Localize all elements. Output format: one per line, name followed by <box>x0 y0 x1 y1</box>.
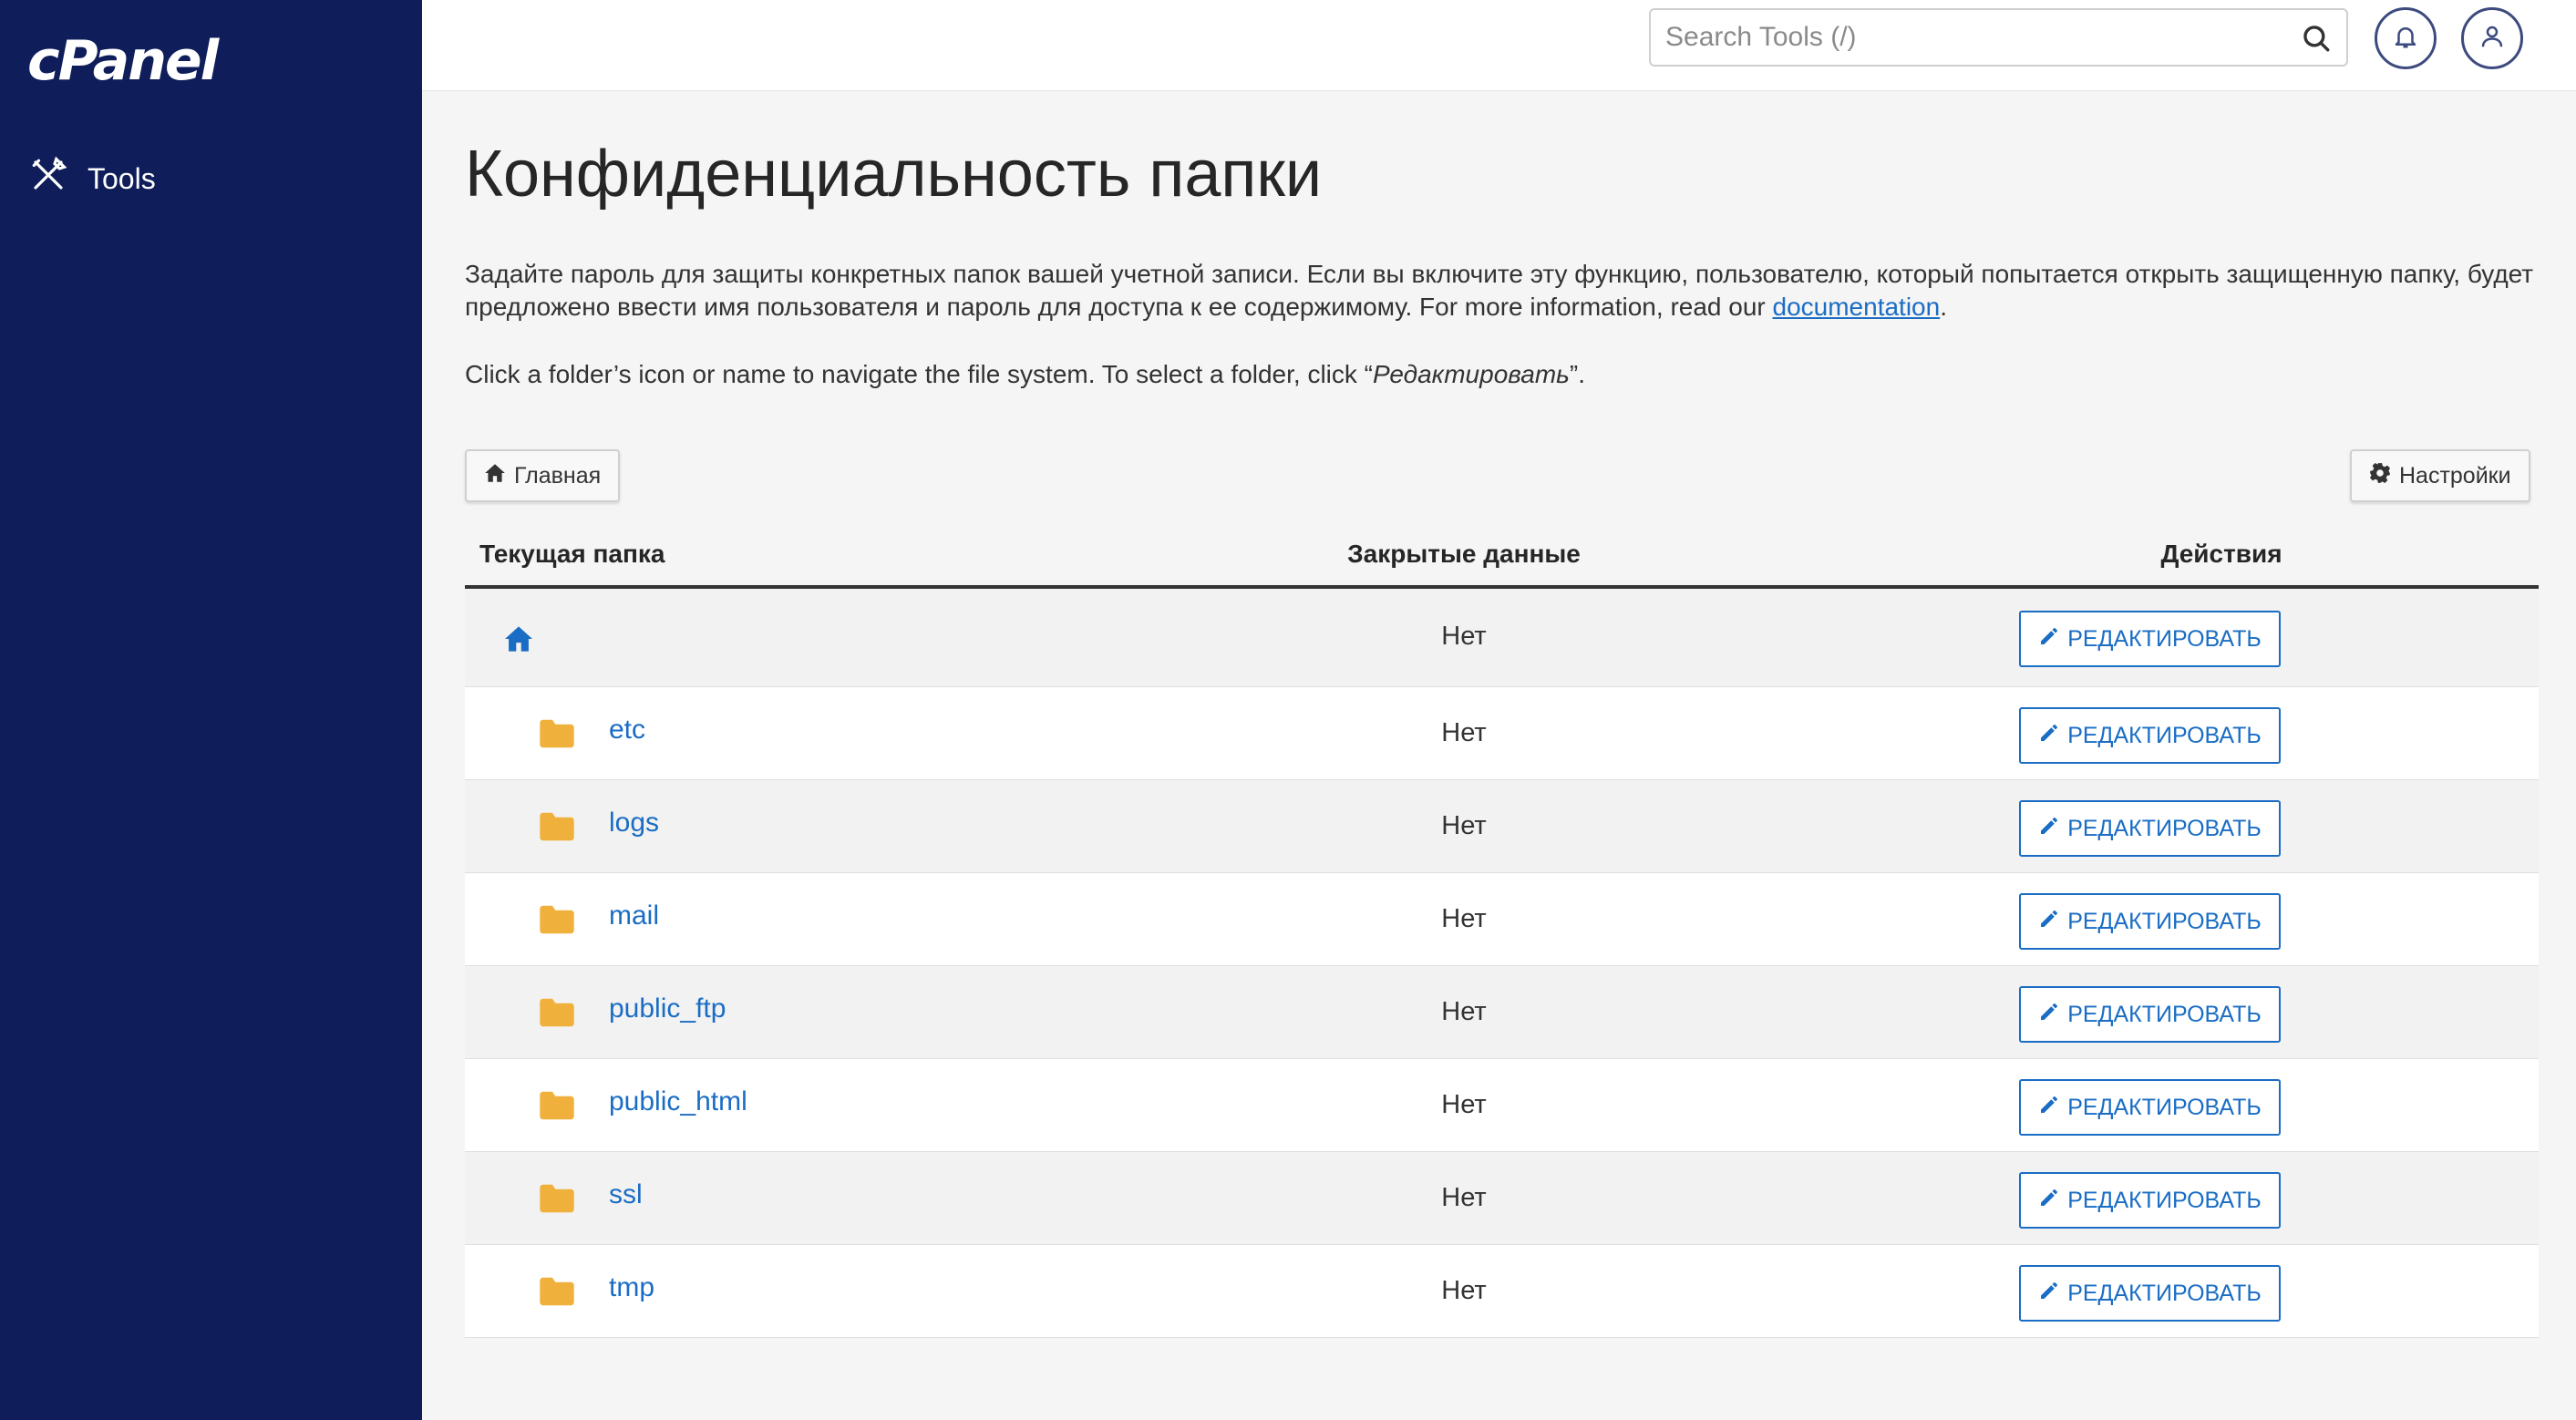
table-header: Текущая папка Закрытые данные Действия <box>465 529 2539 589</box>
private-status: Нет <box>1441 997 1487 1026</box>
column-header-actions: Действия <box>2160 540 2282 568</box>
table-body: Нет РЕДАКТИРОВАТЬ etc Нет РЕДАКТИРОВАТЬ logs Н… <box>465 589 2539 1338</box>
edit-button-label: РЕДАКТИРОВАТЬ <box>2067 1094 2262 1120</box>
private-status: Нет <box>1441 1276 1487 1305</box>
sidebar-item-label: Tools <box>88 161 156 195</box>
page-description: Задайте пароль для защиты конкретных пап… <box>465 258 2539 324</box>
bell-icon <box>2392 23 2419 55</box>
edit-button[interactable]: РЕДАКТИРОВАТЬ <box>2019 986 2281 1043</box>
sidebar: cPanel Tools <box>0 0 422 1420</box>
folder-name-link[interactable]: public_html <box>609 1086 747 1117</box>
table-row: tmp Нет РЕДАКТИРОВАТЬ <box>465 1245 2539 1338</box>
table-row: public_ftp Нет РЕДАКТИРОВАТЬ <box>465 966 2539 1059</box>
folder-name-link[interactable]: ssl <box>609 1179 643 1210</box>
folder-icon[interactable] <box>538 811 576 842</box>
hint-emphasis: Редактировать <box>1373 360 1570 388</box>
edit-button[interactable]: РЕДАКТИРОВАТЬ <box>2019 800 2281 857</box>
edit-button-label: РЕДАКТИРОВАТЬ <box>2067 1280 2262 1306</box>
edit-button-label: РЕДАКТИРОВАТЬ <box>2067 722 2262 748</box>
home-icon <box>483 461 507 491</box>
folder-icon[interactable] <box>538 1183 576 1214</box>
table-row: public_html Нет РЕДАКТИРОВАТЬ <box>465 1059 2539 1152</box>
private-status: Нет <box>1441 1090 1487 1119</box>
description-end: . <box>1940 293 1947 321</box>
tools-icon <box>29 156 67 201</box>
gear-icon <box>2368 461 2392 491</box>
top-bar <box>422 0 2576 91</box>
notifications-button[interactable] <box>2375 7 2437 69</box>
pencil-icon <box>2038 1280 2060 1308</box>
documentation-link[interactable]: documentation <box>1773 293 1941 321</box>
edit-button-label: РЕДАКТИРОВАТЬ <box>2067 815 2262 841</box>
edit-button[interactable]: РЕДАКТИРОВАТЬ <box>2019 1079 2281 1136</box>
pencil-icon <box>2038 908 2060 936</box>
search-box <box>1649 8 2348 67</box>
search-icon[interactable] <box>2301 23 2332 54</box>
column-header-folder: Текущая папка <box>479 540 665 568</box>
pencil-icon <box>2038 625 2060 653</box>
user-icon <box>2478 23 2506 55</box>
edit-button[interactable]: РЕДАКТИРОВАТЬ <box>2019 1265 2281 1322</box>
folder-icon[interactable] <box>538 1090 576 1121</box>
edit-button[interactable]: РЕДАКТИРОВАТЬ <box>2019 893 2281 950</box>
private-status: Нет <box>1441 904 1487 933</box>
folder-name-link[interactable]: etc <box>609 715 645 746</box>
edit-button[interactable]: РЕДАКТИРОВАТЬ <box>2019 1172 2281 1229</box>
edit-button[interactable]: РЕДАКТИРОВАТЬ <box>2019 611 2281 667</box>
table-row-home: Нет РЕДАКТИРОВАТЬ <box>465 589 2539 687</box>
private-status: Нет <box>1441 718 1487 747</box>
table-row: mail Нет РЕДАКТИРОВАТЬ <box>465 873 2539 966</box>
hint-suffix: ”. <box>1569 360 1585 388</box>
cpanel-logo[interactable]: cPanel <box>27 29 219 93</box>
pencil-icon <box>2038 1187 2060 1215</box>
page-title: Конфиденциальность папки <box>465 138 1323 211</box>
folder-icon[interactable] <box>538 1276 576 1307</box>
edit-button[interactable]: РЕДАКТИРОВАТЬ <box>2019 707 2281 764</box>
folder-name-link[interactable]: logs <box>609 808 659 839</box>
folder-icon[interactable] <box>538 997 576 1028</box>
folder-name-link[interactable]: tmp <box>609 1272 654 1303</box>
settings-button-label: Настройки <box>2399 462 2511 489</box>
search-input[interactable] <box>1651 10 2280 65</box>
pencil-icon <box>2038 722 2060 750</box>
edit-button-label: РЕДАКТИРОВАТЬ <box>2067 908 2262 934</box>
home-button-label: Главная <box>514 462 602 489</box>
user-menu-button[interactable] <box>2461 7 2523 69</box>
settings-button[interactable]: Настройки <box>2350 449 2530 502</box>
table-row: ssl Нет РЕДАКТИРОВАТЬ <box>465 1152 2539 1245</box>
private-status: Нет <box>1441 811 1487 840</box>
navigation-hint: Click a folder’s icon or name to navigat… <box>465 360 1585 389</box>
home-button[interactable]: Главная <box>465 449 620 502</box>
pencil-icon <box>2038 1001 2060 1029</box>
folder-name-link[interactable]: mail <box>609 900 659 931</box>
private-status: Нет <box>1441 1183 1487 1212</box>
pencil-icon <box>2038 815 2060 843</box>
private-status: Нет <box>1441 622 1487 651</box>
sidebar-item-tools[interactable]: Tools <box>29 155 156 202</box>
hint-prefix: Click a folder’s icon or name to navigat… <box>465 360 1374 388</box>
table-row: logs Нет РЕДАКТИРОВАТЬ <box>465 780 2539 873</box>
folder-icon[interactable] <box>538 718 576 749</box>
edit-button-label: РЕДАКТИРОВАТЬ <box>2067 1187 2262 1213</box>
pencil-icon <box>2038 1094 2060 1122</box>
table-row: etc Нет РЕДАКТИРОВАТЬ <box>465 687 2539 780</box>
edit-button-label: РЕДАКТИРОВАТЬ <box>2067 625 2262 652</box>
home-folder-icon[interactable] <box>503 625 534 653</box>
edit-button-label: РЕДАКТИРОВАТЬ <box>2067 1001 2262 1027</box>
column-header-private: Закрытые данные <box>1347 540 1581 568</box>
description-text: Задайте пароль для защиты конкретных пап… <box>465 260 2534 321</box>
folder-name-link[interactable]: public_ftp <box>609 993 726 1024</box>
folders-table: Текущая папка Закрытые данные Действия Н… <box>465 529 2539 1338</box>
folder-icon[interactable] <box>538 904 576 935</box>
